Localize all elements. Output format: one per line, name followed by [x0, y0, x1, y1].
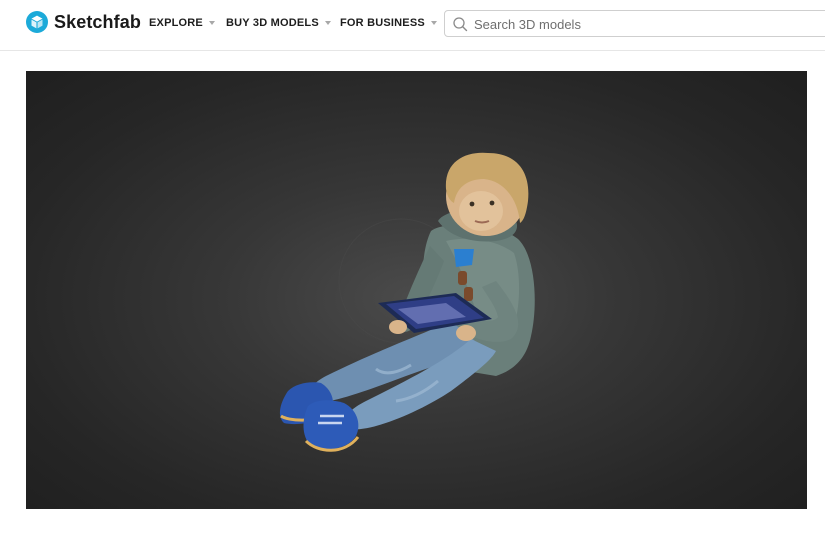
- nav-for-business-label: FOR BUSINESS: [340, 17, 425, 29]
- nav-explore-label: EXPLORE: [149, 17, 203, 29]
- model-render: [279, 152, 535, 452]
- top-navigation-bar: Sketchfab EXPLORE BUY 3D MODELS FOR BUSI…: [0, 0, 825, 51]
- brand-name: Sketchfab: [54, 11, 141, 32]
- sketchfab-logo[interactable]: Sketchfab: [26, 10, 141, 34]
- nav-explore[interactable]: EXPLORE: [149, 17, 215, 29]
- search-box[interactable]: [444, 10, 825, 37]
- caret-down-icon: [430, 21, 437, 25]
- caret-down-icon: [324, 21, 331, 25]
- 3d-model-viewer[interactable]: [26, 71, 807, 509]
- nav-for-business[interactable]: FOR BUSINESS: [340, 17, 437, 29]
- sketchfab-logo-icon: [26, 11, 48, 33]
- nav-buy-3d-models-label: BUY 3D MODELS: [226, 17, 319, 29]
- nav-buy-3d-models[interactable]: BUY 3D MODELS: [226, 17, 331, 29]
- caret-down-icon: [208, 21, 215, 25]
- search-input[interactable]: [472, 14, 825, 35]
- child-model: [279, 152, 535, 452]
- search-icon: [453, 17, 468, 32]
